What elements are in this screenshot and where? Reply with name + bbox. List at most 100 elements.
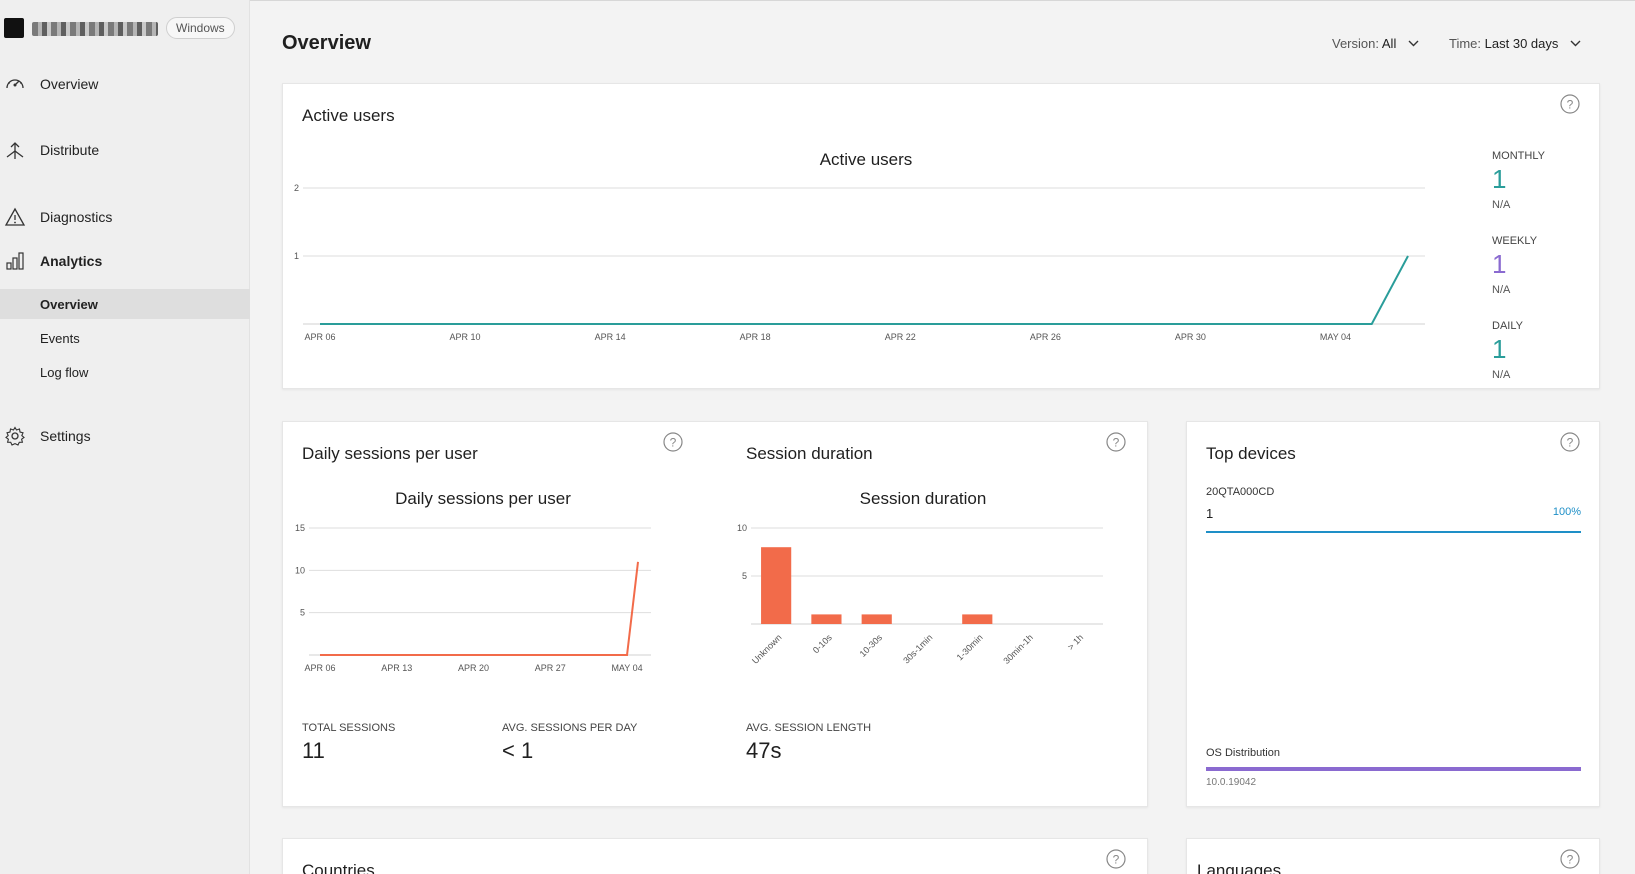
sidebar-item-label: Distribute xyxy=(40,142,100,158)
active-users-card: Active users ? Active users 1 2 APR 06 APR 1… xyxy=(282,83,1600,389)
x-tick-label: 0-10s xyxy=(811,632,834,655)
card-title: Top devices xyxy=(1206,444,1296,463)
version-filter-dropdown[interactable]: Version: All xyxy=(1332,35,1419,51)
version-filter-label: Version: xyxy=(1332,36,1379,51)
monthly-value: 1 xyxy=(1492,164,1507,194)
avg-sessions-value: < 1 xyxy=(502,738,534,763)
avg-sessions-label: AVG. SESSIONS PER DAY xyxy=(502,722,638,734)
page-title: Overview xyxy=(282,32,371,54)
series-line xyxy=(320,255,1409,325)
y-tick-label: 15 xyxy=(295,523,305,533)
sidebar-subitem-events[interactable]: Events xyxy=(0,323,250,353)
chevron-down-icon xyxy=(1570,35,1581,50)
time-filter-label: Time: xyxy=(1449,36,1482,51)
x-tick-label: 30s-1min xyxy=(901,632,934,665)
x-tick-label: APR 22 xyxy=(885,332,916,342)
bar-chart-icon xyxy=(4,251,26,271)
x-tick-label: 30min-1h xyxy=(1001,632,1035,666)
daily-value: 1 xyxy=(1492,334,1507,364)
daily-sub: N/A xyxy=(1492,369,1511,381)
active-users-chart: Active users 1 2 APR 06 APR 10 APR 14 APR 18 AP… xyxy=(294,150,1425,342)
sidebar-item-label: Analytics xyxy=(40,253,103,269)
x-tick-label: Unknown xyxy=(750,632,784,666)
sidebar-item-label: Settings xyxy=(40,428,91,444)
x-tick-label: APR 06 xyxy=(304,332,335,342)
sidebar: Windows Overview Distribute Diagnostics … xyxy=(0,0,250,874)
gear-icon xyxy=(4,426,26,446)
sidebar-item-distribute[interactable]: Distribute xyxy=(0,134,250,166)
app-logo xyxy=(4,18,24,38)
svg-text:?: ? xyxy=(1567,436,1574,450)
x-tick-label: APR 14 xyxy=(595,332,626,342)
sidebar-subitem-log-flow[interactable]: Log flow xyxy=(0,357,250,387)
warning-icon xyxy=(4,207,26,227)
app-header[interactable]: Windows xyxy=(0,14,250,42)
monthly-label: MONTHLY xyxy=(1492,150,1545,162)
help-icon[interactable]: ? xyxy=(1560,432,1580,452)
chart-title: Daily sessions per user xyxy=(395,489,571,508)
distribute-icon xyxy=(4,140,26,160)
card-title: Languages xyxy=(1197,861,1282,874)
top-devices-card: Top devices ? 20QTA000CD 1 100% OS Distr… xyxy=(1186,421,1600,807)
sidebar-item-diagnostics[interactable]: Diagnostics xyxy=(0,201,250,233)
platform-badge: Windows xyxy=(166,17,235,39)
version-filter-value: All xyxy=(1381,36,1397,51)
os-version: 10.0.19042 xyxy=(1206,777,1257,788)
os-distribution-label: OS Distribution xyxy=(1206,747,1280,759)
sidebar-subitem-label: Overview xyxy=(40,297,98,312)
help-icon[interactable]: ? xyxy=(1560,94,1580,114)
device-name: 20QTA000CD xyxy=(1206,486,1275,498)
y-tick-label: 5 xyxy=(300,608,305,618)
help-icon[interactable]: ? xyxy=(1560,849,1580,869)
device-percent: 100% xyxy=(1552,506,1581,518)
svg-text:?: ? xyxy=(1567,853,1574,867)
svg-text:?: ? xyxy=(1113,853,1120,867)
y-tick-label: 5 xyxy=(742,571,747,581)
daily-label: DAILY xyxy=(1492,320,1523,332)
avg-session-length-value: 47s xyxy=(746,738,782,763)
x-tick-label: APR 18 xyxy=(740,332,771,342)
chart-title: Session duration xyxy=(860,489,987,508)
svg-text:?: ? xyxy=(1567,98,1574,112)
x-tick-label: MAY 04 xyxy=(1320,332,1351,342)
sidebar-subitem-label: Events xyxy=(40,331,80,346)
device-count: 1 xyxy=(1206,506,1214,521)
card-title: Countries xyxy=(302,861,375,874)
device-bar-track xyxy=(1206,531,1581,533)
x-tick-label: 10-30s xyxy=(858,632,885,659)
sidebar-item-settings[interactable]: Settings xyxy=(0,420,250,452)
y-tick-label: 10 xyxy=(295,565,305,575)
time-filter-dropdown[interactable]: Time: Last 30 days xyxy=(1449,35,1581,51)
x-tick-label: > 1h xyxy=(1066,632,1086,652)
sidebar-item-analytics[interactable]: Analytics xyxy=(0,245,250,277)
monthly-sub: N/A xyxy=(1492,199,1511,211)
time-filter-value: Last 30 days xyxy=(1484,36,1559,51)
sidebar-item-label: Overview xyxy=(40,76,99,92)
os-bar-track xyxy=(1206,767,1581,771)
weekly-sub: N/A xyxy=(1492,284,1511,296)
chevron-down-icon xyxy=(1408,35,1419,50)
total-sessions-label: TOTAL SESSIONS xyxy=(302,722,396,734)
x-tick-label: APR 06 xyxy=(304,663,335,673)
x-tick-label: MAY 04 xyxy=(611,663,642,673)
chart-title: Active users xyxy=(820,150,913,169)
sidebar-item-overview[interactable]: Overview xyxy=(0,68,250,100)
bar xyxy=(962,614,993,624)
sidebar-subitem-overview[interactable]: Overview xyxy=(0,289,250,319)
x-tick-label: 1-30min xyxy=(955,632,985,662)
weekly-label: WEEKLY xyxy=(1492,235,1538,247)
x-tick-label: APR 26 xyxy=(1030,332,1061,342)
sidebar-subitem-label: Log flow xyxy=(40,365,89,380)
x-tick-label: APR 20 xyxy=(458,663,489,673)
daily-sessions-chart: Daily sessions per user 5 10 15 APR 06 APR 13… xyxy=(295,489,651,673)
bar xyxy=(861,614,892,624)
session-duration-chart: Session duration 5 10 Unknown 0-10s 10-30s 30s… xyxy=(737,489,1103,666)
bar xyxy=(811,614,842,624)
gauge-icon xyxy=(4,74,26,94)
sessions-card: Daily sessions per user ? Session durati… xyxy=(282,421,1148,807)
help-icon[interactable]: ? xyxy=(1106,849,1126,869)
x-tick-label: APR 10 xyxy=(450,332,481,342)
sidebar-item-label: Diagnostics xyxy=(40,209,113,225)
os-bar-fill xyxy=(1206,767,1581,771)
series-line xyxy=(320,561,639,656)
